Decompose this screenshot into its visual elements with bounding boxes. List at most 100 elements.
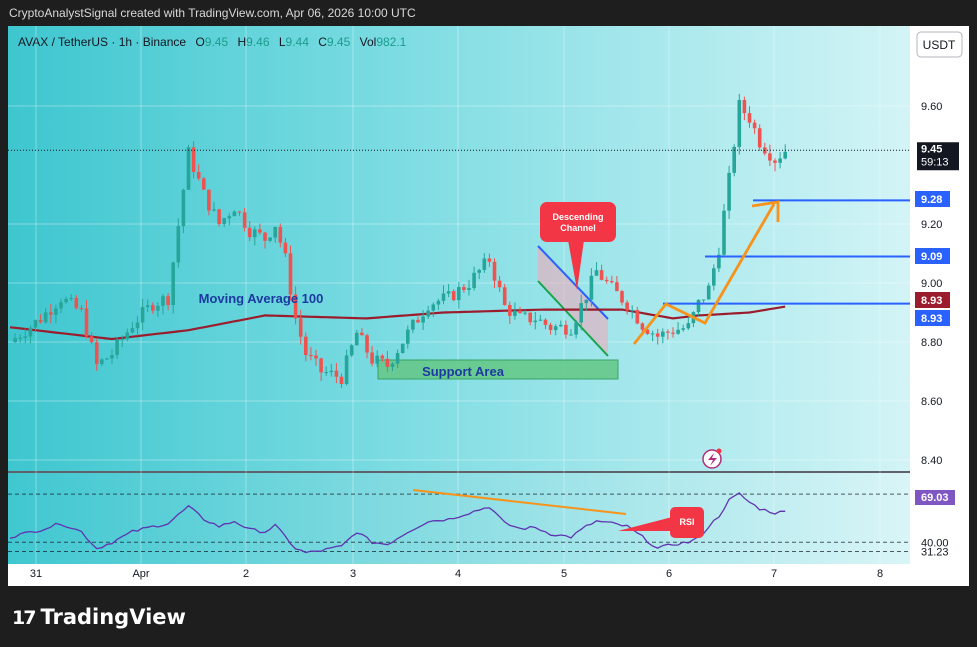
candle-body: [747, 113, 752, 123]
candle-body: [13, 338, 17, 342]
candle-body: [28, 327, 33, 337]
candle-body: [482, 258, 487, 270]
svg-text:8.93: 8.93: [921, 313, 942, 325]
candle-body: [538, 319, 543, 321]
currency-button[interactable]: USDT: [916, 31, 963, 58]
chart-svg[interactable]: AVAX / TetherUS · 1h · Binance O9.45 H9.…: [8, 26, 969, 586]
candle-body: [344, 355, 349, 385]
candle-body: [390, 363, 395, 367]
candle-body: [737, 100, 742, 147]
candle-body: [54, 308, 58, 315]
tradingview-logo[interactable]: 17 TradingView: [12, 605, 186, 629]
candle-body: [375, 355, 379, 364]
candle-body: [298, 318, 303, 337]
level-badge-909: 9.09: [915, 248, 950, 264]
candle-body: [140, 307, 145, 323]
candle-body: [135, 322, 140, 329]
candle-body: [196, 172, 201, 179]
svg-text:8.93: 8.93: [921, 295, 942, 307]
price-tick-label: 9.20: [921, 219, 942, 231]
level-badge-893-ma: 8.93: [915, 292, 950, 308]
candle-body: [400, 343, 405, 354]
candle-body: [742, 100, 747, 114]
candle-body: [43, 312, 48, 323]
time-tick-label: 5: [561, 568, 567, 580]
svg-text:USDT: USDT: [923, 38, 956, 52]
candle-body: [339, 376, 344, 385]
candle-body: [171, 262, 175, 306]
candle-body: [513, 310, 517, 316]
candle-body: [212, 209, 216, 211]
candle-body: [105, 358, 109, 360]
candle-body: [385, 358, 390, 367]
candle-body: [258, 229, 262, 233]
candle-body: [589, 275, 594, 300]
candle-body: [502, 287, 507, 305]
tradingview-logo-text: TradingView: [40, 605, 186, 629]
svg-text:Descending: Descending: [552, 212, 603, 222]
candle-body: [18, 337, 22, 339]
candle-body: [655, 333, 660, 337]
candle-body: [304, 336, 308, 356]
candle-body: [49, 312, 53, 315]
candle-body: [523, 312, 527, 314]
candle-body: [319, 358, 323, 373]
time-tick-label: Apr: [132, 568, 149, 580]
candle-body: [441, 293, 446, 301]
candle-body: [584, 299, 589, 304]
candle-body: [349, 345, 354, 356]
candle-body: [23, 336, 28, 338]
candle-body: [451, 291, 456, 301]
candle-body: [370, 352, 374, 364]
candle-body: [666, 331, 670, 333]
candle-body: [477, 269, 481, 273]
candle-body: [207, 189, 211, 211]
candle-body: [421, 316, 425, 323]
time-tick-label: 2: [243, 568, 249, 580]
candle-body: [268, 237, 272, 241]
candle-body: [467, 288, 471, 290]
candle-body: [706, 285, 711, 300]
svg-text:Channel: Channel: [560, 223, 596, 233]
candle-body: [518, 310, 522, 314]
chart-frame[interactable]: AVAX / TetherUS · 1h · Binance O9.45 H9.…: [8, 26, 969, 586]
candle-body: [492, 261, 497, 281]
tradingview-logo-icon: 17: [12, 607, 36, 629]
svg-text:59:13: 59:13: [921, 156, 949, 168]
candle-body: [426, 310, 430, 317]
svg-text:9.09: 9.09: [921, 251, 942, 263]
candle-body: [610, 281, 614, 283]
candle-body: [722, 210, 726, 255]
candle-body: [543, 319, 548, 325]
candle-body: [288, 253, 293, 295]
time-tick-label: 31: [30, 568, 42, 580]
candle-body: [253, 229, 257, 238]
time-tick-label: 3: [350, 568, 356, 580]
candle-body: [446, 291, 451, 294]
candle-body: [334, 370, 339, 377]
price-tick-label: 9.60: [921, 101, 942, 113]
candle-body: [640, 323, 645, 330]
candle-body: [548, 324, 553, 331]
candle-body: [533, 320, 538, 323]
candle-body: [701, 299, 706, 301]
candle-body: [406, 329, 410, 344]
svg-text:9.28: 9.28: [921, 194, 942, 206]
candle-body: [145, 305, 150, 308]
candle-body: [625, 302, 629, 311]
candle-body: [497, 280, 502, 288]
candle-body: [472, 272, 476, 289]
candle-body: [696, 299, 701, 313]
candle-body: [247, 227, 252, 238]
candle-body: [74, 297, 79, 309]
candle-body: [528, 312, 532, 323]
candle-body: [273, 226, 277, 238]
candle-body: [79, 308, 84, 310]
candle-body: [553, 326, 558, 331]
candle-body: [181, 189, 186, 227]
candle-body: [33, 320, 38, 328]
candle-body: [69, 297, 73, 299]
candle-body: [329, 370, 334, 373]
time-tick-label: 7: [771, 568, 777, 580]
candle-body: [125, 332, 130, 340]
